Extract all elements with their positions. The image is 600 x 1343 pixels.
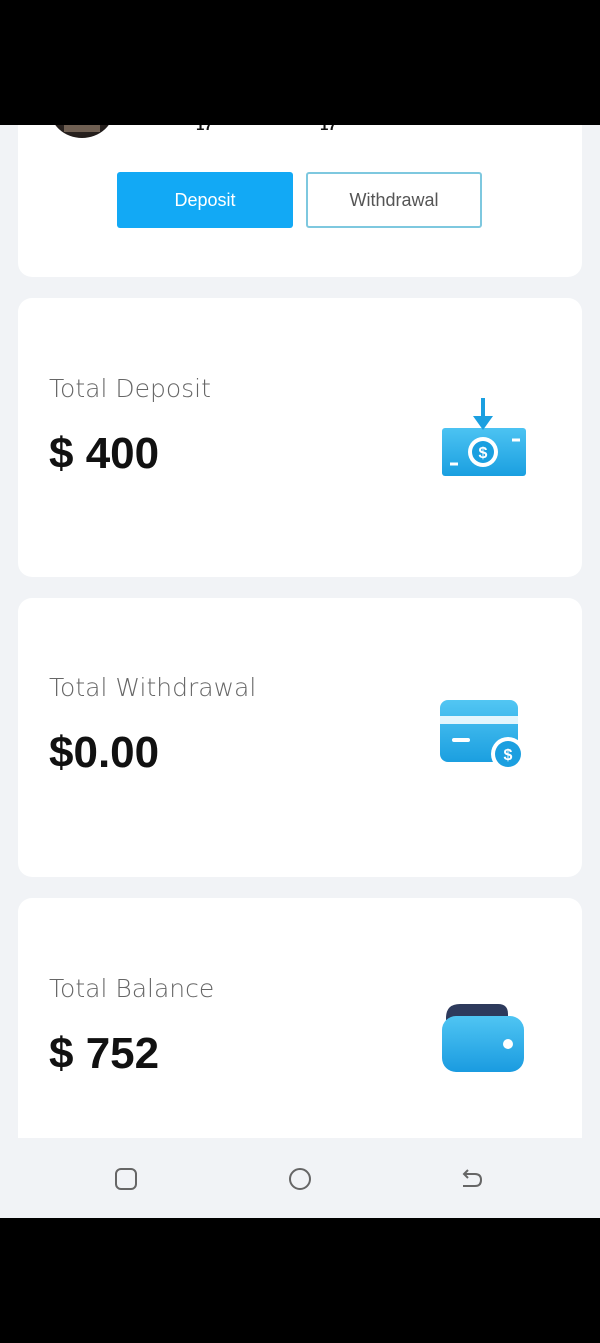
- back-button[interactable]: [459, 1166, 485, 1192]
- total-deposit-label: Total Deposit: [49, 374, 211, 403]
- wallet-icon: [438, 998, 528, 1083]
- profile-card: 17 17 Deposit Withdrawal: [18, 125, 582, 277]
- deposit-button[interactable]: Deposit: [117, 172, 293, 228]
- back-arrow-icon: [462, 1169, 483, 1187]
- svg-text:$: $: [479, 445, 488, 462]
- total-deposit-amount: $ 400: [49, 429, 160, 478]
- total-withdrawal-card: Total Withdrawal $0.00 $: [18, 598, 582, 877]
- stat-count-2: 17: [320, 125, 337, 134]
- square-icon: [115, 1168, 137, 1190]
- total-deposit-card: Total Deposit $ 400 $: [18, 298, 582, 577]
- total-withdrawal-amount: $0.00: [49, 728, 160, 777]
- circle-icon: [289, 1168, 311, 1190]
- system-navigation-bar: [0, 1138, 600, 1218]
- total-withdrawal-label: Total Withdrawal: [49, 673, 257, 702]
- withdrawal-button[interactable]: Withdrawal: [306, 172, 482, 228]
- total-balance-label: Total Balance: [49, 974, 215, 1003]
- total-balance-amount: $ 752: [49, 1029, 160, 1078]
- app-screen: 17 17 Deposit Withdrawal Total Deposit $…: [0, 125, 600, 1218]
- card-withdrawal-icon: $: [438, 698, 530, 783]
- recent-apps-button[interactable]: [113, 1166, 139, 1192]
- stat-count-1: 17: [196, 125, 213, 134]
- svg-text:$: $: [504, 747, 513, 764]
- money-deposit-icon: $: [438, 398, 528, 485]
- avatar[interactable]: [50, 125, 114, 138]
- home-button[interactable]: [287, 1166, 313, 1192]
